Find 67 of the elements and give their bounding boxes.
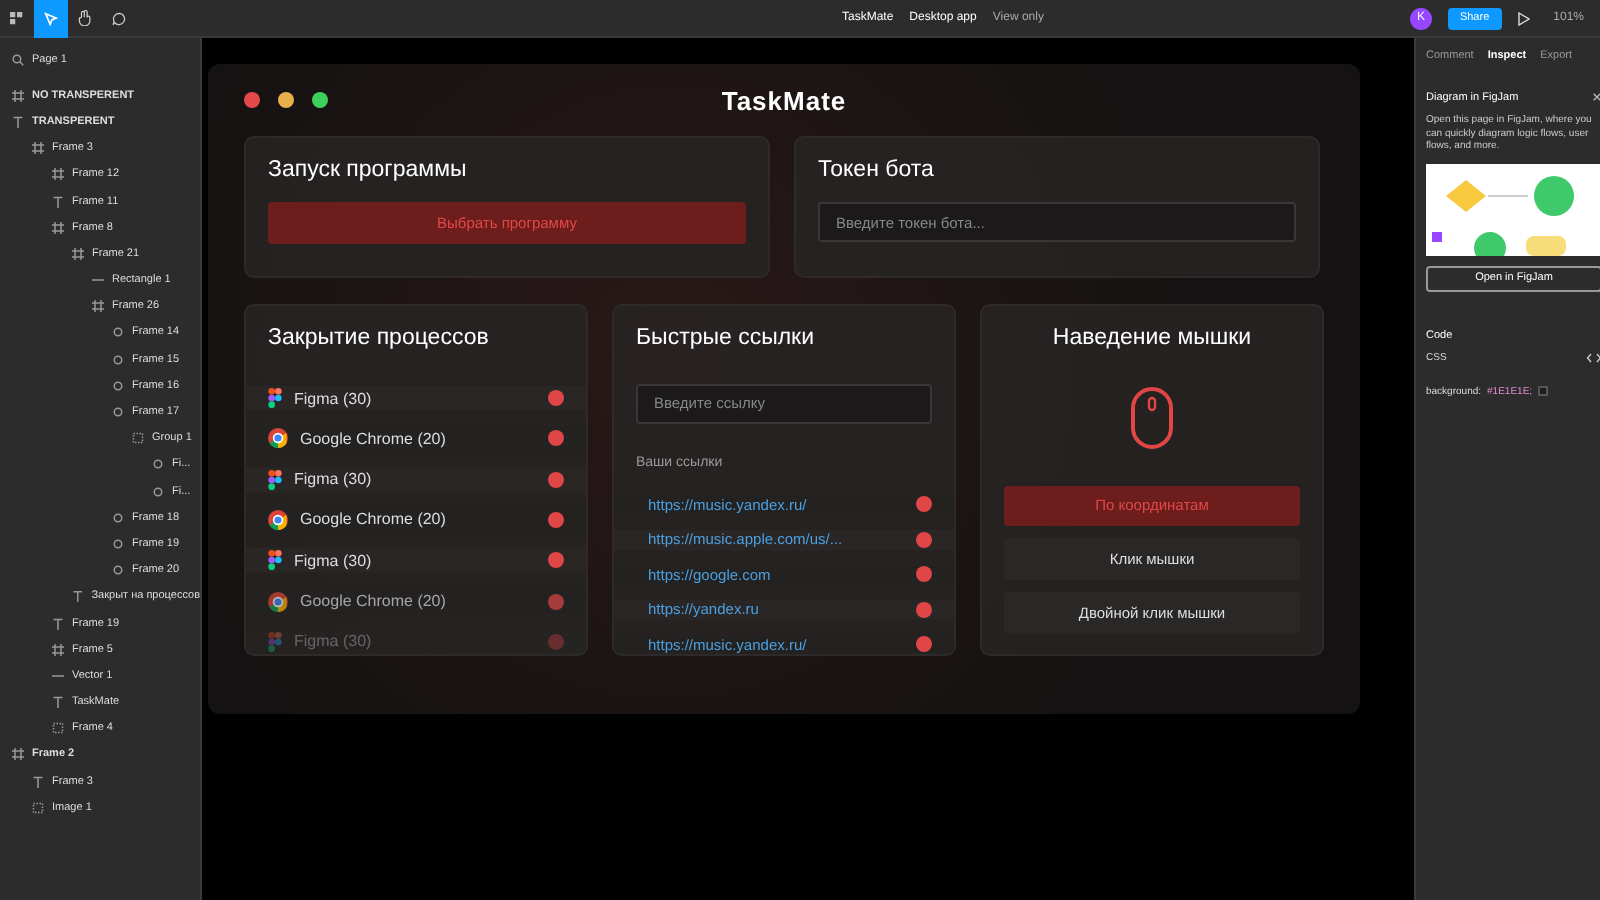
process-name: Figma (30) <box>294 632 374 651</box>
close-process-icon[interactable] <box>548 511 564 528</box>
process-name: Google Chrome (20) <box>300 592 448 611</box>
component-layer-icon <box>112 326 124 339</box>
close-icon[interactable] <box>1592 92 1600 102</box>
figma-logo-icon <box>268 631 282 652</box>
process-row[interactable]: Figma (30) <box>246 386 586 411</box>
process-name: Google Chrome (20) <box>300 429 448 448</box>
chrome-logo-icon <box>268 591 288 612</box>
frame-layer-icon <box>12 89 24 102</box>
play-icon[interactable] <box>1517 11 1530 25</box>
component-layer-icon <box>152 458 164 471</box>
figma-logo-icon <box>268 469 282 490</box>
delete-link-icon[interactable] <box>916 636 932 653</box>
card-title: Закрытие процессов <box>266 326 491 354</box>
chrome-logo-icon <box>268 428 288 449</box>
group-layer-icon <box>52 722 64 735</box>
close-process-icon[interactable] <box>548 593 564 610</box>
group-layer-icon <box>132 432 144 445</box>
process-row[interactable]: Figma (30) <box>246 467 586 492</box>
maximize-window-icon[interactable] <box>312 92 328 108</box>
frame-layer-icon <box>12 748 24 761</box>
mouse-icon <box>1130 385 1174 450</box>
delete-link-icon[interactable] <box>916 566 932 583</box>
color-swatch-icon <box>1538 386 1549 396</box>
text-layer-icon <box>72 590 84 603</box>
process-name: Google Chrome (20) <box>300 510 448 529</box>
text-layer-icon <box>32 775 44 788</box>
group-layer-icon <box>32 801 44 814</box>
close-process-icon[interactable] <box>548 430 564 447</box>
component-layer-icon <box>112 406 124 419</box>
figma-logo-icon <box>268 550 282 571</box>
frame-layer-icon <box>52 168 64 181</box>
code-icon[interactable] <box>1586 351 1600 363</box>
card-title: Токен бота <box>818 158 936 182</box>
frame-layer-icon <box>72 247 84 260</box>
process-name: Figma (30) <box>294 551 374 570</box>
text-layer-icon <box>52 696 64 709</box>
frame-layer-icon <box>52 643 64 656</box>
delete-link-icon[interactable] <box>916 531 932 548</box>
delete-link-icon[interactable] <box>916 496 932 513</box>
rect-layer-icon <box>92 274 104 287</box>
app-title: TaskMate <box>721 85 847 115</box>
process-name: Figma (30) <box>294 389 374 408</box>
search-icon[interactable] <box>12 53 24 66</box>
minimize-window-icon[interactable] <box>278 92 294 108</box>
rect-layer-icon <box>52 669 64 682</box>
text-layer-icon <box>12 115 24 128</box>
close-process-icon[interactable] <box>548 471 564 488</box>
component-layer-icon <box>112 564 124 577</box>
chrome-logo-icon <box>268 509 288 530</box>
frame-layer-icon <box>52 221 64 234</box>
close-window-icon[interactable] <box>244 92 260 108</box>
component-layer-icon <box>152 485 164 498</box>
close-process-icon[interactable] <box>548 552 564 569</box>
card-title: Быстрые ссылки <box>634 326 817 354</box>
text-layer-icon <box>52 617 64 630</box>
close-process-icon[interactable] <box>548 390 564 407</box>
frame-layer-icon <box>32 142 44 155</box>
process-name: Figma (30) <box>294 470 374 489</box>
figma-logo-icon <box>268 388 282 409</box>
text-layer-icon <box>52 195 64 208</box>
frame-layer-icon <box>92 300 104 313</box>
card-title: Запуск программы <box>268 158 469 182</box>
delete-link-icon[interactable] <box>916 601 932 618</box>
process-row[interactable]: Figma (30) <box>246 548 586 573</box>
card-title: Наведение мышки <box>1050 326 1254 350</box>
